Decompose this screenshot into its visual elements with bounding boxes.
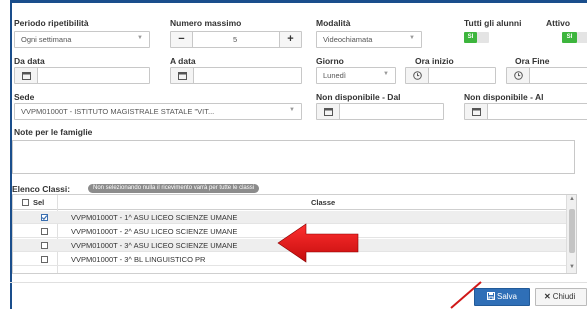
periodo-label: Periodo ripetibilità: [14, 18, 89, 28]
tutti-toggle[interactable]: SI: [464, 32, 477, 43]
chevron-down-icon: ▼: [137, 35, 143, 41]
row-checkbox[interactable]: [41, 256, 48, 263]
nd-dal-input[interactable]: [316, 103, 444, 120]
da-data-input[interactable]: [14, 67, 150, 84]
close-button[interactable]: ✕ Chiudi: [535, 288, 587, 306]
footer-divider: [10, 282, 587, 283]
note-label: Note per le famiglie: [14, 127, 93, 137]
numero-label: Numero massimo: [170, 18, 242, 28]
select-all-checkbox[interactable]: [22, 199, 29, 206]
clock-icon[interactable]: [507, 68, 530, 83]
giorno-label: Giorno: [316, 56, 344, 66]
table-header: Sel Classe: [13, 195, 576, 210]
tutti-label: Tutti gli alunni: [464, 18, 522, 28]
ora-inizio-label: Ora inizio: [415, 56, 454, 66]
nd-dal-label: Non disponibile - Dal: [316, 92, 401, 102]
modalita-select[interactable]: Videochiamata ▼: [316, 31, 422, 48]
nd-al-input[interactable]: [464, 103, 587, 120]
col-sel-header: Sel: [33, 198, 45, 207]
calendar-icon[interactable]: [171, 68, 194, 83]
red-arrow-annotation: [277, 223, 359, 263]
numero-stepper[interactable]: − 5 +: [170, 31, 302, 48]
ora-inizio-input[interactable]: [405, 67, 496, 84]
dialog-top-border: [12, 0, 587, 3]
a-data-label: A data: [170, 56, 196, 66]
col-classe-header[interactable]: Classe: [311, 198, 335, 207]
modalita-label: Modalità: [316, 18, 351, 28]
calendar-icon[interactable]: [15, 68, 38, 83]
periodo-select[interactable]: Ogni settimana ▼: [14, 31, 150, 48]
sede-select[interactable]: VVPM01000T - ISTITUTO MAGISTRALE STATALE…: [14, 103, 302, 120]
calendar-icon[interactable]: [317, 104, 340, 119]
floppy-disk-icon: [486, 292, 495, 300]
row-classe: VVPM01000T - 3^ ASU LICEO SCIENZE UMANE: [71, 241, 238, 250]
save-button[interactable]: Salva: [474, 288, 530, 306]
close-button-label: Chiudi: [552, 292, 576, 301]
plus-button[interactable]: +: [279, 32, 301, 47]
a-data-input[interactable]: [170, 67, 302, 84]
scroll-down-icon[interactable]: ▼: [569, 264, 575, 270]
table-scrollbar[interactable]: ▲ ▼: [566, 195, 576, 273]
ora-fine-input[interactable]: [506, 67, 587, 84]
row-classe: VVPM01000T - 3^ BL LINGUISTICO PR: [71, 255, 206, 264]
ora-fine-label: Ora Fine: [515, 56, 550, 66]
row-checkbox[interactable]: [41, 228, 48, 235]
minus-button[interactable]: −: [171, 32, 193, 47]
attivo-toggle-off[interactable]: [577, 32, 587, 43]
row-classe: VVPM01000T - 1^ ASU LICEO SCIENZE UMANE: [71, 213, 238, 222]
periodo-value: Ogni settimana: [21, 35, 72, 44]
calendar-icon[interactable]: [465, 104, 488, 119]
note-textarea[interactable]: [12, 140, 575, 174]
giorno-select[interactable]: Lunedì ▼: [316, 67, 396, 84]
chevron-down-icon: ▼: [289, 107, 295, 113]
row-checkbox[interactable]: [41, 214, 48, 221]
nd-al-label: Non disponibile - Al: [464, 92, 544, 102]
chevron-down-icon: ▼: [409, 35, 415, 41]
attivo-toggle[interactable]: SI: [562, 32, 577, 43]
da-data-label: Da data: [14, 56, 45, 66]
save-button-label: Salva: [496, 292, 517, 301]
scrollbar-thumb[interactable]: [569, 209, 575, 253]
hint-badge: Non selezionando nulla il ricevimento va…: [88, 184, 260, 193]
tutti-toggle-off[interactable]: [477, 32, 489, 43]
numero-value[interactable]: 5: [233, 35, 237, 44]
sede-label: Sede: [14, 92, 35, 102]
row-checkbox[interactable]: [41, 242, 48, 249]
modalita-value: Videochiamata: [323, 35, 373, 44]
sede-value: VVPM01000T - ISTITUTO MAGISTRALE STATALE…: [21, 107, 215, 116]
giorno-value: Lunedì: [323, 71, 346, 80]
row-classe: VVPM01000T - 2^ ASU LICEO SCIENZE UMANE: [71, 227, 238, 236]
scroll-up-icon[interactable]: ▲: [569, 196, 575, 202]
close-icon: ✕: [544, 292, 551, 301]
elenco-classi-label: Elenco Classi:: [12, 184, 71, 194]
clock-icon[interactable]: [406, 68, 429, 83]
chevron-down-icon: ▼: [383, 71, 389, 77]
attivo-label: Attivo: [546, 18, 571, 28]
